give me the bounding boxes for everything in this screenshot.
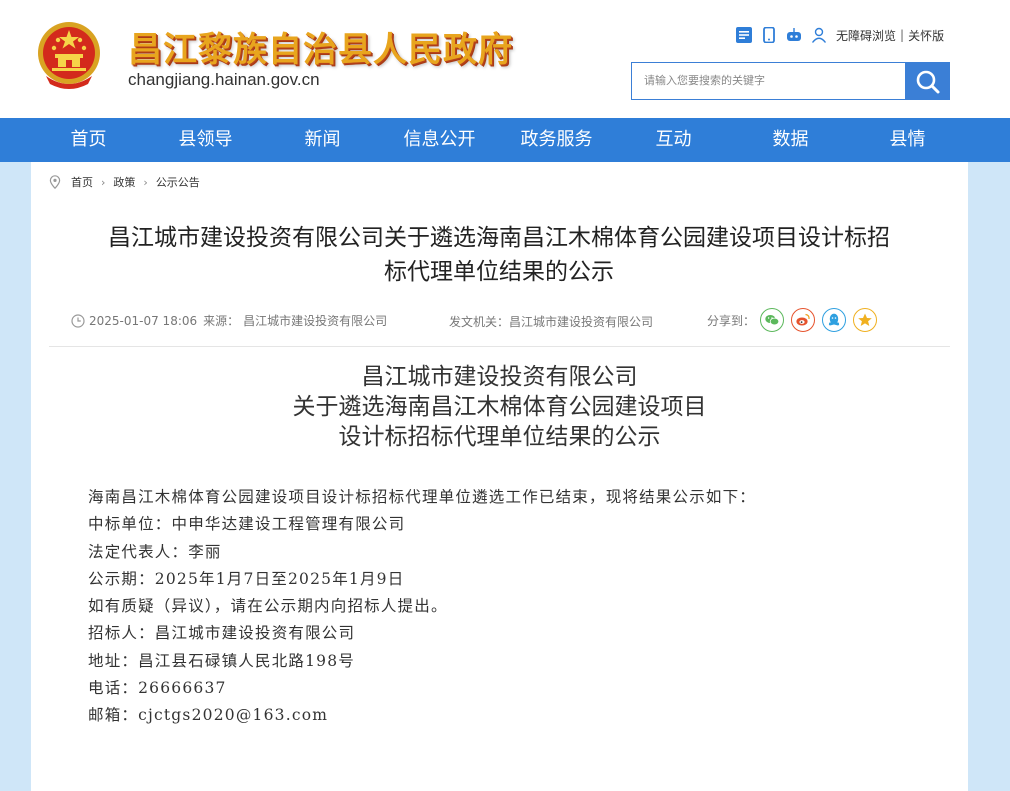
breadcrumb-home[interactable]: 首页 <box>71 174 93 190</box>
issuer-info: 发文机关：昌江城市建设投资有限公司 <box>449 313 653 330</box>
body-paragraph: 如有质疑（异议），请在公示期内向招标人提出。 <box>88 597 448 616</box>
body-paragraph: 公示期：2025年1月7日至2025年1月9日 <box>88 569 405 588</box>
qzone-share-button[interactable] <box>853 308 877 332</box>
site-title[interactable]: 昌江黎族自治县人民政府 <box>128 22 513 71</box>
main-nav: 首页 县领导 新闻 信息公开 政务服务 互动 数据 县情 <box>0 118 1010 162</box>
accessibility-link[interactable]: 无障碍浏览 <box>836 27 896 44</box>
search-button[interactable] <box>905 62 950 100</box>
document-heading-line: 设计标招标代理单位结果的公示 <box>338 424 661 450</box>
publish-date: 2025-01-07 18:06 <box>89 313 198 328</box>
breadcrumb-announcements[interactable]: 公示公告 <box>156 174 200 190</box>
clock-icon <box>71 313 85 328</box>
weibo-icon <box>796 313 810 326</box>
care-mode-link[interactable]: 关怀版 <box>908 27 944 44</box>
body-paragraph: 地址：昌江县石碌镇人民北路198号 <box>88 651 355 670</box>
nav-item-gov-services[interactable]: 政务服务 <box>498 118 615 162</box>
header-toolbar: 无障碍浏览 | 关怀版 <box>736 25 944 45</box>
qr-code-icon[interactable] <box>736 27 752 43</box>
breadcrumb: 首页 › 政策 › 公示公告 <box>49 174 200 190</box>
issuer-value: 昌江城市建设投资有限公司 <box>509 315 654 329</box>
qq-icon <box>828 313 840 326</box>
qzone-icon <box>858 313 872 326</box>
nav-item-info-disclosure[interactable]: 信息公开 <box>381 118 498 162</box>
nav-item-data[interactable]: 数据 <box>732 118 849 162</box>
breadcrumb-policy[interactable]: 政策 <box>113 174 135 190</box>
nav-item-county-info[interactable]: 县情 <box>849 118 966 162</box>
weibo-robot-icon[interactable] <box>786 27 802 43</box>
qq-share-button[interactable] <box>822 308 846 332</box>
site-domain: changjiang.hainan.gov.cn <box>128 70 320 89</box>
wechat-icon <box>765 315 780 326</box>
search-input[interactable]: 请输入您要搜索的关键字 <box>631 62 905 100</box>
article-title-line: 昌江城市建设投资有限公司关于遴选海南昌江木棉体育公园建设项目设计标招 <box>108 225 890 251</box>
document-heading-line: 昌江城市建设投资有限公司 <box>361 364 638 390</box>
body-paragraph: 招标人：昌江城市建设投资有限公司 <box>88 624 356 643</box>
chevron-right-icon: › <box>101 175 106 189</box>
body-paragraph: 法定代表人：李丽 <box>88 542 222 561</box>
body-paragraph: 电话：26666637 <box>88 679 227 698</box>
body-paragraph: 中标单位：中申华达建设工程管理有限公司 <box>88 515 406 534</box>
article-title: 昌江城市建设投资有限公司关于遴选海南昌江木棉体育公园建设项目设计标招 标代理单位… <box>49 221 949 289</box>
share-label: 分享到： <box>707 314 756 328</box>
divider <box>49 346 950 347</box>
site-header: 昌江黎族自治县人民政府 changjiang.hainan.gov.cn 无障碍… <box>0 0 1010 118</box>
nav-item-news[interactable]: 新闻 <box>264 118 381 162</box>
source-label: 来源： <box>203 314 240 328</box>
wechat-share-button[interactable] <box>760 308 784 332</box>
article-title-line: 标代理单位结果的公示 <box>384 259 614 285</box>
article-meta: 2025-01-07 18:06 来源： 昌江城市建设投资有限公司 <box>71 312 387 329</box>
source-value: 昌江城市建设投资有限公司 <box>243 314 388 328</box>
document-heading-line: 关于遴选海南昌江木棉体育公园建设项目 <box>292 394 707 420</box>
search-icon <box>916 70 940 94</box>
nav-item-interaction[interactable]: 互动 <box>615 118 732 162</box>
nav-item-home[interactable]: 首页 <box>30 118 147 162</box>
issuer-label: 发文机关： <box>449 315 510 329</box>
user-icon[interactable] <box>811 27 827 43</box>
article-body: 海南昌江木棉体育公园建设项目设计标招标代理单位遴选工作已结束，现将结果公示如下：… <box>88 484 756 730</box>
body-paragraph: 海南昌江木棉体育公园建设项目设计标招标代理单位遴选工作已结束，现将结果公示如下： <box>88 488 757 506</box>
article-card: 首页 › 政策 › 公示公告 昌江城市建设投资有限公司关于遴选海南昌江木棉体育公… <box>31 162 968 791</box>
mobile-icon[interactable] <box>761 27 777 43</box>
national-emblem-icon[interactable] <box>36 20 102 90</box>
weibo-share-button[interactable] <box>791 308 815 332</box>
location-pin-icon <box>49 175 61 189</box>
document-heading: 昌江城市建设投资有限公司 关于遴选海南昌江木棉体育公园建设项目 设计标招标代理单… <box>49 362 950 452</box>
share-icons <box>760 308 884 332</box>
toolbar-separator: | <box>900 28 905 42</box>
body-paragraph: 邮箱：cjctgs2020@163.com <box>88 706 329 725</box>
chevron-right-icon: › <box>143 175 148 189</box>
nav-item-leaders[interactable]: 县领导 <box>147 118 264 162</box>
